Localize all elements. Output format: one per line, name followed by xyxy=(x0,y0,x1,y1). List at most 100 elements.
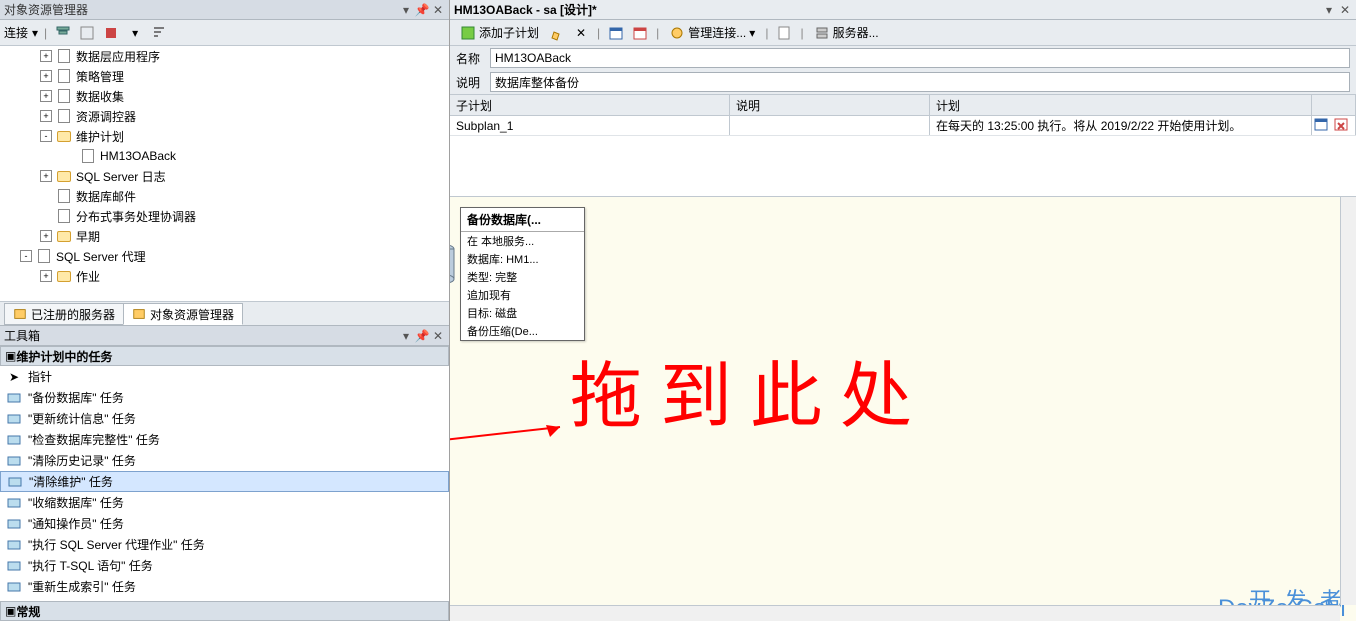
tree-node[interactable]: + SQL Server 日志 xyxy=(0,166,449,186)
horizontal-scrollbar[interactable] xyxy=(450,605,1340,621)
filter-icon[interactable] xyxy=(53,23,73,43)
manage-connections-button[interactable]: 管理连接... ▾ xyxy=(665,22,759,43)
tab-registered-servers[interactable]: 已注册的服务器 xyxy=(4,303,124,325)
tab-object-explorer[interactable]: 对象资源管理器 xyxy=(123,303,243,325)
tree-node[interactable]: HM13OABack xyxy=(0,146,449,166)
toolbox-pointer[interactable]: ➤指针 xyxy=(0,366,449,387)
pin-icon[interactable]: 📌 xyxy=(415,329,429,343)
toolbox-item[interactable]: "执行 SQL Server 代理作业" 任务 xyxy=(0,534,449,555)
tree-node-label: SQL Server 日志 xyxy=(76,168,166,185)
tree-node[interactable]: +早期 xyxy=(0,226,449,246)
refresh-icon[interactable] xyxy=(77,23,97,43)
task-icon xyxy=(7,474,23,490)
tree-node-label: 作业 xyxy=(76,268,100,285)
close-icon[interactable]: ✕ xyxy=(1338,3,1352,17)
tree-node[interactable]: +策略管理 xyxy=(0,66,449,86)
toolbox-item[interactable]: "通知操作员" 任务 xyxy=(0,513,449,534)
close-icon[interactable]: ✕ xyxy=(431,329,445,343)
document-title: HM13OABack - sa [设计]* xyxy=(454,1,597,18)
toolbox-item-label: "更新统计信息" 任务 xyxy=(28,410,136,427)
task-icon xyxy=(6,537,22,553)
calendar-remove-icon[interactable] xyxy=(1332,116,1350,135)
add-subplan-button[interactable]: 添加子计划 xyxy=(456,22,543,43)
tree-node-label: 数据库邮件 xyxy=(76,188,136,205)
document-icon xyxy=(56,88,72,104)
toolbox-item[interactable]: "备份数据库" 任务 xyxy=(0,387,449,408)
toolbox-item-label: "收缩数据库" 任务 xyxy=(28,494,124,511)
vertical-scrollbar[interactable] xyxy=(1340,197,1356,605)
toolbox-item[interactable]: "清除历史记录" 任务 xyxy=(0,450,449,471)
subplan-row[interactable]: Subplan_1 在每天的 13:25:00 执行。将从 2019/2/22 … xyxy=(450,116,1356,136)
sort-icon[interactable] xyxy=(149,23,169,43)
task-title: 备份数据库(... xyxy=(461,208,584,232)
tree-node[interactable]: -维护计划 xyxy=(0,126,449,146)
calendar-icon[interactable] xyxy=(606,23,626,43)
toolbox-item[interactable]: "清除维护" 任务 xyxy=(0,471,449,492)
delete-icon[interactable]: ✕ xyxy=(571,23,591,43)
tree-node[interactable]: 分布式事务处理协调器 xyxy=(0,206,449,226)
name-input[interactable] xyxy=(490,48,1350,68)
toolbox-item[interactable]: "更新统计信息" 任务 xyxy=(0,408,449,429)
tree-node-label: SQL Server 代理 xyxy=(56,248,146,265)
dropdown-icon[interactable]: ▾ xyxy=(399,3,413,17)
task-icon xyxy=(6,516,22,532)
toolbox-item-label: "执行 SQL Server 代理作业" 任务 xyxy=(28,536,205,553)
toolbox-header: 工具箱 ▾ 📌 ✕ xyxy=(0,326,449,346)
backup-database-task[interactable]: 备份数据库(... 在 本地服务...数据库: HM1...类型: 完整追加现有… xyxy=(460,207,585,341)
expander-icon[interactable]: + xyxy=(40,70,52,82)
calendar-delete-icon[interactable] xyxy=(630,23,650,43)
col-subplan[interactable]: 子计划 xyxy=(450,95,730,115)
document-icon xyxy=(56,188,72,204)
toolbox-section-header[interactable]: ▣ 维护计划中的任务 xyxy=(0,346,449,366)
expander-icon[interactable]: + xyxy=(40,230,52,242)
dropdown-icon[interactable]: ▾ xyxy=(399,329,413,343)
toolbox-item-label: "清除维护" 任务 xyxy=(29,473,113,490)
dropdown-icon: ▾ xyxy=(749,26,755,40)
task-icon xyxy=(6,579,22,595)
toolbox-footer[interactable]: ▣ 常规 xyxy=(0,601,449,621)
collapse-icon: ▣ xyxy=(5,604,16,618)
task-icon xyxy=(6,432,22,448)
desc-input[interactable] xyxy=(490,72,1350,92)
task-icon xyxy=(6,411,22,427)
expander-icon[interactable]: + xyxy=(40,270,52,282)
pin-icon[interactable]: 📌 xyxy=(415,3,429,17)
report-icon[interactable] xyxy=(774,23,794,43)
close-icon[interactable]: ✕ xyxy=(431,3,445,17)
toolbox-item[interactable]: "检查数据库完整性" 任务 xyxy=(0,429,449,450)
expander-icon[interactable]: + xyxy=(40,50,52,62)
col-desc[interactable]: 说明 xyxy=(730,95,930,115)
tree-node[interactable]: +资源调控器 xyxy=(0,106,449,126)
filter2-icon[interactable]: ▾ xyxy=(125,23,145,43)
task-detail-line: 追加现有 xyxy=(461,286,584,304)
edit-icon[interactable] xyxy=(547,23,567,43)
expander-icon[interactable]: - xyxy=(20,250,32,262)
col-actions xyxy=(1312,95,1356,115)
expander-icon[interactable]: + xyxy=(40,170,52,182)
task-detail-line: 目标: 磁盘 xyxy=(461,304,584,322)
expander-icon[interactable]: + xyxy=(40,90,52,102)
design-canvas[interactable]: 备份数据库(... 在 本地服务...数据库: HM1...类型: 完整追加现有… xyxy=(450,196,1356,621)
dropdown-icon[interactable]: ▾ xyxy=(1322,3,1336,17)
dropdown-icon[interactable]: ▾ xyxy=(32,26,38,40)
connect-label[interactable]: 连接 xyxy=(4,24,28,41)
object-explorer-header: 对象资源管理器 ▾ 📌 ✕ xyxy=(0,0,449,20)
toolbox-item[interactable]: "收缩数据库" 任务 xyxy=(0,492,449,513)
expander-icon[interactable]: + xyxy=(40,110,52,122)
toolbox-item[interactable]: "重新生成索引" 任务 xyxy=(0,576,449,597)
cell-desc xyxy=(730,116,930,135)
tree-node[interactable]: 数据库邮件 xyxy=(0,186,449,206)
name-row: 名称 xyxy=(450,46,1356,70)
tree-node[interactable]: +数据层应用程序 xyxy=(0,46,449,66)
servers-button[interactable]: 服务器... xyxy=(810,22,883,43)
expander-icon[interactable]: - xyxy=(40,130,52,142)
tree-node[interactable]: - SQL Server 代理 xyxy=(0,246,449,266)
calendar-icon[interactable] xyxy=(1312,116,1330,135)
task-icon xyxy=(6,453,22,469)
stop-icon[interactable] xyxy=(101,23,121,43)
col-schedule[interactable]: 计划 xyxy=(930,95,1312,115)
object-explorer-tree[interactable]: +数据层应用程序+策略管理+数据收集+资源调控器-维护计划HM13OABack+… xyxy=(0,46,449,302)
tree-node[interactable]: + 作业 xyxy=(0,266,449,286)
toolbox-item[interactable]: "执行 T-SQL 语句" 任务 xyxy=(0,555,449,576)
tree-node[interactable]: +数据收集 xyxy=(0,86,449,106)
